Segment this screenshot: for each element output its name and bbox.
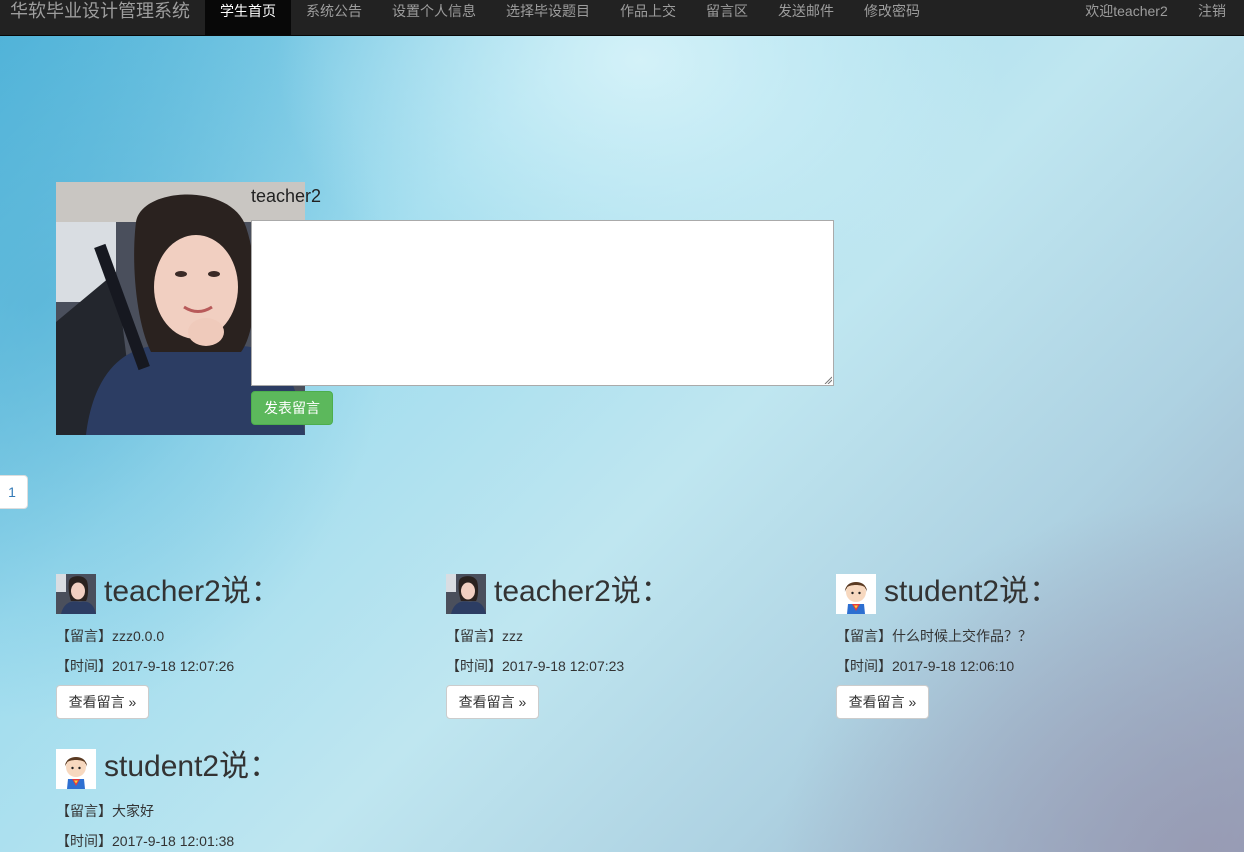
nav-welcome-user[interactable]: 欢迎teacher2 bbox=[1071, 0, 1182, 35]
comment-card: student2说： 【留言】什么时候上交作品？？ 【时间】2017-9-18 … bbox=[836, 574, 1216, 734]
post-message-button[interactable]: 发表留言 bbox=[251, 391, 333, 425]
comment-time: 【时间】2017-9-18 12:07:23 bbox=[446, 658, 625, 674]
textarea-resize-handle[interactable] bbox=[824, 376, 832, 384]
view-comment-button[interactable]: 查看留言 » bbox=[836, 685, 929, 719]
teacher-avatar bbox=[446, 574, 486, 614]
nav-item-change-password[interactable]: 修改密码 bbox=[849, 0, 935, 35]
pagination-page-1[interactable]: 1 bbox=[0, 475, 28, 509]
nav-item-select-topic[interactable]: 选择毕设题目 bbox=[491, 0, 605, 35]
view-comment-button[interactable]: 查看留言 » bbox=[56, 685, 149, 719]
nav-item-announcements[interactable]: 系统公告 bbox=[291, 0, 377, 35]
comment-time: 【时间】2017-9-18 12:07:26 bbox=[56, 658, 235, 674]
teacher-avatar bbox=[56, 574, 96, 614]
student-avatar bbox=[56, 749, 96, 789]
nav-item-personal-info[interactable]: 设置个人信息 bbox=[377, 0, 491, 35]
comment-card: student2说： 【留言】大家好 【时间】2017-9-18 12:01:3… bbox=[56, 749, 436, 852]
nav-item-student-home[interactable]: 学生首页 bbox=[205, 0, 291, 35]
post-username: teacher2 bbox=[251, 186, 322, 206]
nav-item-message-board[interactable]: 留言区 bbox=[691, 0, 763, 35]
comment-time: 【时间】2017-9-18 12:06:10 bbox=[836, 658, 1015, 674]
comment-message: 【留言】zzz0.0.0 bbox=[56, 628, 165, 644]
comment-author-heading: teacher2说： bbox=[104, 575, 281, 608]
comment-author-heading: teacher2说： bbox=[494, 575, 671, 608]
nav-item-send-email[interactable]: 发送邮件 bbox=[763, 0, 849, 35]
comment-card: teacher2说： 【留言】zzz 【时间】2017-9-18 12:07:2… bbox=[446, 574, 826, 734]
comment-time: 【时间】2017-9-18 12:01:38 bbox=[56, 833, 235, 849]
student-avatar bbox=[836, 574, 876, 614]
message-textarea[interactable] bbox=[251, 220, 834, 386]
comment-author-heading: student2说： bbox=[884, 575, 1060, 608]
comment-card: teacher2说： 【留言】zzz0.0.0 【时间】2017-9-18 12… bbox=[56, 574, 436, 734]
comment-message: 【留言】什么时候上交作品？？ bbox=[836, 628, 1032, 644]
view-comment-button[interactable]: 查看留言 » bbox=[446, 685, 539, 719]
comment-message: 【留言】zzz bbox=[446, 628, 523, 644]
nav-logout[interactable]: 注销 bbox=[1182, 0, 1242, 35]
brand-title[interactable]: 华软毕业设计管理系统 bbox=[10, 0, 190, 22]
nav-item-submit-work[interactable]: 作品上交 bbox=[605, 0, 691, 35]
top-navbar: 华软毕业设计管理系统 学生首页 系统公告 设置个人信息 选择毕设题目 作品上交 … bbox=[0, 0, 1244, 36]
comment-author-heading: student2说： bbox=[104, 750, 280, 783]
comment-message: 【留言】大家好 bbox=[56, 803, 154, 819]
